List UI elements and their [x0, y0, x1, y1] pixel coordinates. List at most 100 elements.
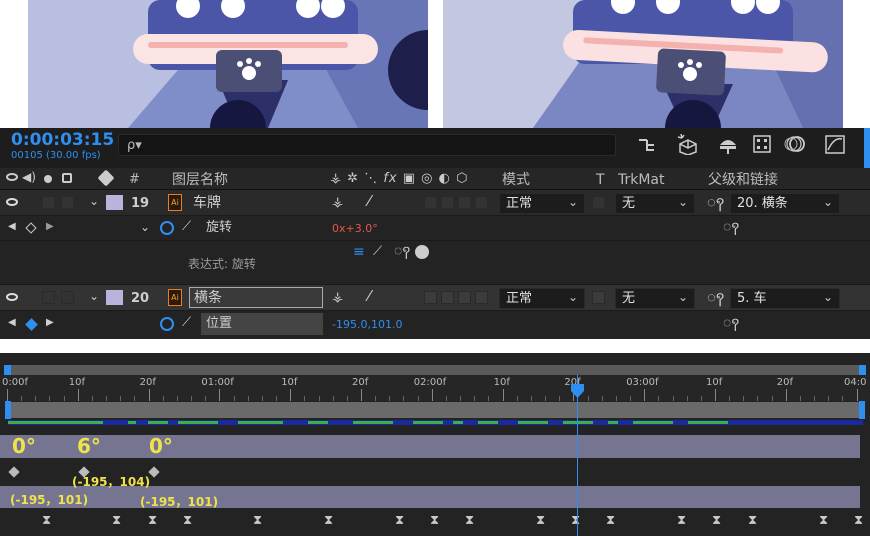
- navigator-end-handle[interactable]: [859, 365, 866, 375]
- navigator-bar[interactable]: [4, 365, 866, 375]
- playhead-icon[interactable]: [570, 383, 585, 399]
- layer-name[interactable]: 车牌: [193, 196, 221, 210]
- hourglass-keyframe-icon[interactable]: ⧗: [148, 514, 157, 527]
- hourglass-keyframe-icon[interactable]: ⧗: [430, 514, 439, 527]
- stopwatch-icon[interactable]: [160, 221, 174, 235]
- expression-language-menu-icon[interactable]: [415, 245, 429, 259]
- parent-dropdown[interactable]: 5. 车 ⌄: [730, 288, 840, 309]
- audio-icon[interactable]: ◀): [22, 171, 36, 183]
- composition-flowchart-icon[interactable]: [636, 135, 658, 155]
- ruler-label: 0:00f: [2, 377, 28, 388]
- expression-graph-icon[interactable]: ⟋: [373, 245, 382, 258]
- draft-3d-icon[interactable]: [676, 133, 700, 155]
- work-area-start[interactable]: [5, 401, 11, 419]
- property-value[interactable]: 0x+3.0°: [332, 223, 378, 234]
- quality-switch-icon[interactable]: ⁄: [368, 289, 371, 304]
- expression-pickwhip-icon[interactable]: ꩍ: [394, 244, 410, 258]
- lock-toggle[interactable]: [61, 291, 74, 304]
- hourglass-keyframe-icon[interactable]: ⧗: [677, 514, 686, 527]
- timecode[interactable]: 0:00:03:15: [11, 132, 114, 149]
- hourglass-keyframe-icon[interactable]: ⧗: [183, 514, 192, 527]
- expression-enable-icon[interactable]: ≡: [353, 245, 365, 259]
- 3d-switch[interactable]: [475, 291, 488, 304]
- solo-icon[interactable]: [44, 175, 52, 183]
- prev-keyframe-icon[interactable]: ◀: [8, 318, 16, 328]
- fx-switch[interactable]: [424, 291, 437, 304]
- frame-blend-switch[interactable]: [441, 291, 454, 304]
- pick-whip-icon[interactable]: ꩍ: [723, 220, 739, 234]
- work-area-bar[interactable]: [8, 402, 860, 418]
- graph-icon[interactable]: ⟋: [182, 220, 191, 233]
- work-area-end[interactable]: [859, 401, 865, 419]
- visibility-eye-icon[interactable]: [6, 293, 18, 301]
- ruler-tick: [219, 389, 221, 401]
- solo-toggle[interactable]: [42, 196, 55, 209]
- hourglass-keyframe-icon[interactable]: ⧗: [324, 514, 333, 527]
- ruler-tick: [856, 389, 858, 401]
- parent-dropdown[interactable]: 20. 横条 ⌄: [730, 193, 840, 214]
- layer-19-duration-bar[interactable]: [0, 435, 860, 458]
- shy-layers-icon[interactable]: [716, 133, 740, 155]
- time-ruler[interactable]: 0:00f 10f 20f 01:00f 10f 20f 02:00f 10f 20f 03:00…: [0, 375, 870, 401]
- mode-dropdown[interactable]: 正常 ⌄: [499, 193, 585, 214]
- label-tag-icon[interactable]: [97, 169, 115, 187]
- preserve-transparency-toggle[interactable]: [592, 196, 605, 209]
- navigator-start-handle[interactable]: [4, 365, 11, 375]
- preserve-transparency-toggle[interactable]: [592, 291, 605, 304]
- pick-whip-icon[interactable]: ꩍ: [707, 195, 724, 210]
- ruler-minor-tick: [700, 396, 702, 401]
- motion-blur-switch[interactable]: [458, 196, 471, 209]
- layer-name-field[interactable]: 横条: [189, 287, 323, 308]
- hourglass-keyframe-icon[interactable]: ⧗: [854, 514, 863, 527]
- graph-icon[interactable]: ⟋: [182, 316, 191, 329]
- expand-chevron-icon[interactable]: ⌄: [89, 195, 99, 207]
- next-keyframe-icon[interactable]: ▶: [46, 318, 54, 328]
- property-value[interactable]: -195.0,101.0: [332, 319, 402, 330]
- hourglass-keyframe-icon[interactable]: ⧗: [748, 514, 757, 527]
- shy-switch-icon[interactable]: ⚶: [332, 291, 343, 304]
- add-keyframe-icon[interactable]: [25, 222, 37, 234]
- hourglass-keyframe-icon[interactable]: ⧗: [395, 514, 404, 527]
- stopwatch-icon[interactable]: [160, 317, 174, 331]
- visibility-eye-icon[interactable]: [6, 198, 18, 206]
- hourglass-keyframe-icon[interactable]: ⧗: [253, 514, 262, 527]
- graph-editor-icon[interactable]: [824, 133, 846, 155]
- col-layer-name[interactable]: 图层名称: [172, 173, 228, 187]
- layer-row[interactable]: ⌄ 19 Ai 车牌 ⚶ ⁄ 正常 ⌄ 无 ⌄ ꩍ 20. 横条 ⌄: [0, 190, 870, 216]
- expand-chevron-icon[interactable]: ⌄: [89, 290, 99, 302]
- hourglass-keyframe-icon[interactable]: ⧗: [42, 514, 51, 527]
- prev-keyframe-icon[interactable]: ◀: [8, 222, 16, 232]
- 3d-switch[interactable]: [475, 196, 488, 209]
- pick-whip-icon[interactable]: ꩍ: [723, 316, 739, 330]
- shy-switch-icon[interactable]: ⚶: [332, 196, 343, 209]
- mode-dropdown[interactable]: 正常 ⌄: [499, 288, 585, 309]
- hourglass-keyframe-icon[interactable]: ⧗: [112, 514, 121, 527]
- hourglass-keyframe-icon[interactable]: ⧗: [712, 514, 721, 527]
- trkmat-dropdown[interactable]: 无 ⌄: [615, 193, 695, 214]
- next-keyframe-icon[interactable]: ▶: [46, 222, 54, 232]
- frame-blend-switch[interactable]: [441, 196, 454, 209]
- trkmat-dropdown[interactable]: 无 ⌄: [615, 288, 695, 309]
- hourglass-keyframe-icon[interactable]: ⧗: [571, 514, 580, 527]
- lock-toggle[interactable]: [61, 196, 74, 209]
- hourglass-keyframe-icon[interactable]: ⧗: [819, 514, 828, 527]
- hourglass-keyframe-icon[interactable]: ⧗: [606, 514, 615, 527]
- expand-chevron-icon[interactable]: ⌄: [140, 221, 150, 233]
- label-color-swatch[interactable]: [106, 195, 123, 210]
- pick-whip-icon[interactable]: ꩍ: [707, 290, 724, 305]
- label-color-swatch[interactable]: [106, 290, 123, 305]
- keyframe-diamond-icon[interactable]: [25, 318, 38, 331]
- search-input[interactable]: ρ▾: [118, 134, 616, 156]
- hourglass-keyframe-icon[interactable]: ⧗: [465, 514, 474, 527]
- lock-icon[interactable]: [62, 173, 72, 183]
- motion-blur-icon[interactable]: [784, 133, 806, 155]
- fx-switch[interactable]: [424, 196, 437, 209]
- quality-switch-icon[interactable]: ⁄: [368, 194, 371, 209]
- hourglass-keyframe-icon[interactable]: ⧗: [536, 514, 545, 527]
- layer-20-duration-bar[interactable]: [0, 486, 860, 508]
- solo-toggle[interactable]: [42, 291, 55, 304]
- visibility-eye-icon[interactable]: [6, 173, 18, 181]
- motion-blur-switch[interactable]: [458, 291, 471, 304]
- layer-row[interactable]: ⌄ 20 Ai 横条 ⚶ ⁄ 正常 ⌄ 无 ⌄ ꩍ 5. 车 ⌄: [0, 285, 870, 311]
- frame-blending-icon[interactable]: [752, 133, 772, 155]
